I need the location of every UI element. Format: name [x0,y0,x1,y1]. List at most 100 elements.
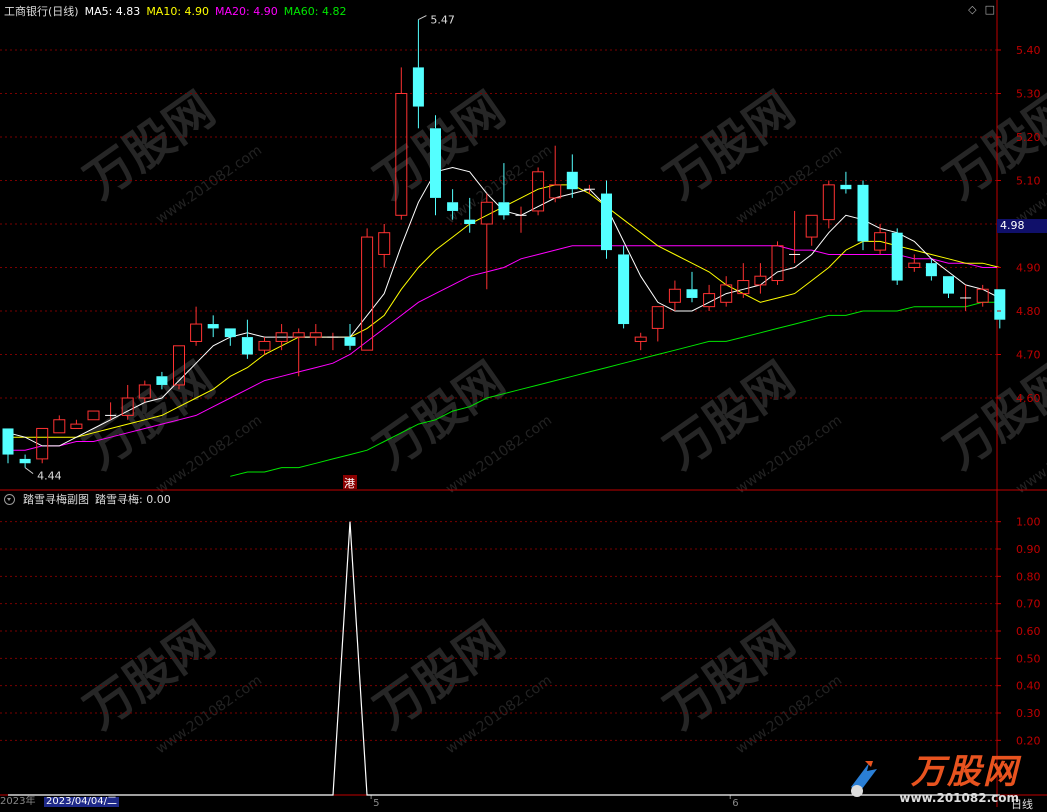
candle [583,184,595,194]
candle-body-up [549,184,562,199]
candle [190,306,203,346]
indicator-tick-label: 1.00 [1016,516,1041,529]
main-chart-legend: 工商银行(日线) MA5: 4.83 MA10: 4.90 MA20: 4.90… [4,3,346,19]
candle [378,224,391,268]
candle-body-up [668,288,681,303]
candle [874,224,887,255]
candle-body-down [566,171,578,190]
candle [908,254,921,272]
candle [994,289,1006,329]
candle-body-down [943,276,954,294]
candle-body-up [651,306,664,329]
candle-body-down [344,337,356,346]
candle-body-up [805,214,818,238]
high-price-label: 5.47 [430,14,455,27]
ma60-label: MA60: 4.82 [283,4,347,18]
candle-body-down [224,328,236,338]
cursor-date: 2023/04/04/二 [44,796,120,807]
candle-body-down [412,67,424,107]
candle-body-up [361,236,374,351]
candle [686,271,698,303]
candle [241,319,253,359]
candle [515,206,527,233]
window-icon[interactable]: □ [985,3,995,16]
ma5-label: MA5: 4.83 [84,4,141,18]
candle [292,328,305,377]
low-price-label: 4.44 [37,470,62,483]
candle-body-down [840,184,852,190]
candle [805,214,818,246]
chart-canvas[interactable]: 万股网www.201082.com万股网www.201082.com万股网www… [0,0,1047,807]
price-tick-label: 4.80 [1016,305,1041,318]
candle [651,306,664,342]
watermark-brand-text: 万股网 [935,81,1047,209]
candle-body-up [378,232,391,255]
brand-watermark: 万股网 [911,752,1019,792]
indicator-tick-label: 0.20 [1016,734,1041,747]
price-tick-label: 5.10 [1016,175,1041,188]
candle-body-down [156,376,168,385]
candle [857,180,869,251]
candle-body-down [464,219,476,224]
candle-body-up [309,332,322,338]
candle [361,228,374,351]
candle [19,454,31,468]
chart-toolbar: ◇ □ [968,3,995,16]
brand-site: www.201082.com [899,791,1019,805]
candle [53,415,66,434]
brand-logo-icon [851,761,877,797]
candle-body-down [207,324,219,329]
candle-body-up [258,340,271,351]
price-tick-label: 5.40 [1016,44,1041,57]
candle-body-down [2,428,14,455]
diamond-icon[interactable]: ◇ [968,3,976,16]
candle-body-up [634,336,647,342]
ma60-line [230,301,1000,477]
candle [720,276,733,307]
candle-body-down [430,128,441,198]
candle [891,228,903,285]
candle [601,180,612,259]
indicator-tick-label: 0.30 [1016,707,1041,720]
indicator-title[interactable]: 踏雪寻梅副图 [23,491,89,507]
candle [668,280,681,311]
candle-body-down [447,202,459,211]
candle-body-down [686,289,698,298]
candle-body-down [891,232,903,281]
candle-body-up [190,323,203,342]
candle [224,328,236,346]
candle [430,115,441,216]
indicator-tick-label: 0.70 [1016,598,1041,611]
price-tick-label: 5.20 [1016,131,1041,144]
candle-body-down [857,184,869,242]
candle [789,210,801,264]
candle [412,19,424,129]
candle-body-up [822,184,835,221]
stock-title[interactable]: 工商银行(日线) [4,3,79,19]
price-tick-label: 5.30 [1016,88,1041,101]
candle [771,241,784,285]
candle [943,276,954,298]
indicator-legend: 踏雪寻梅副图 踏雪寻梅: 0.00 [4,491,171,507]
candle [327,332,339,351]
candle-body-down [241,337,253,355]
indicator-tick-label: 0.50 [1016,652,1041,665]
candle [822,180,835,229]
price-tick-label: 4.70 [1016,349,1041,362]
high-marker-arrow [418,15,427,20]
month-tick-label: 5 [373,798,379,807]
candle [737,263,750,298]
year-label: 2023年 [0,796,36,807]
candle [70,419,83,429]
indicator-tick-label: 0.60 [1016,625,1041,638]
candle [618,245,630,329]
candle [566,154,578,198]
candle-body-down [601,193,612,251]
ma20-label: MA20: 4.90 [215,4,278,18]
candle-body-up [908,262,921,268]
candle [258,337,271,355]
low-marker-arrow [24,467,34,474]
candle [2,428,14,464]
candle-body-down [618,254,630,325]
dropdown-circle-icon[interactable] [4,493,15,505]
